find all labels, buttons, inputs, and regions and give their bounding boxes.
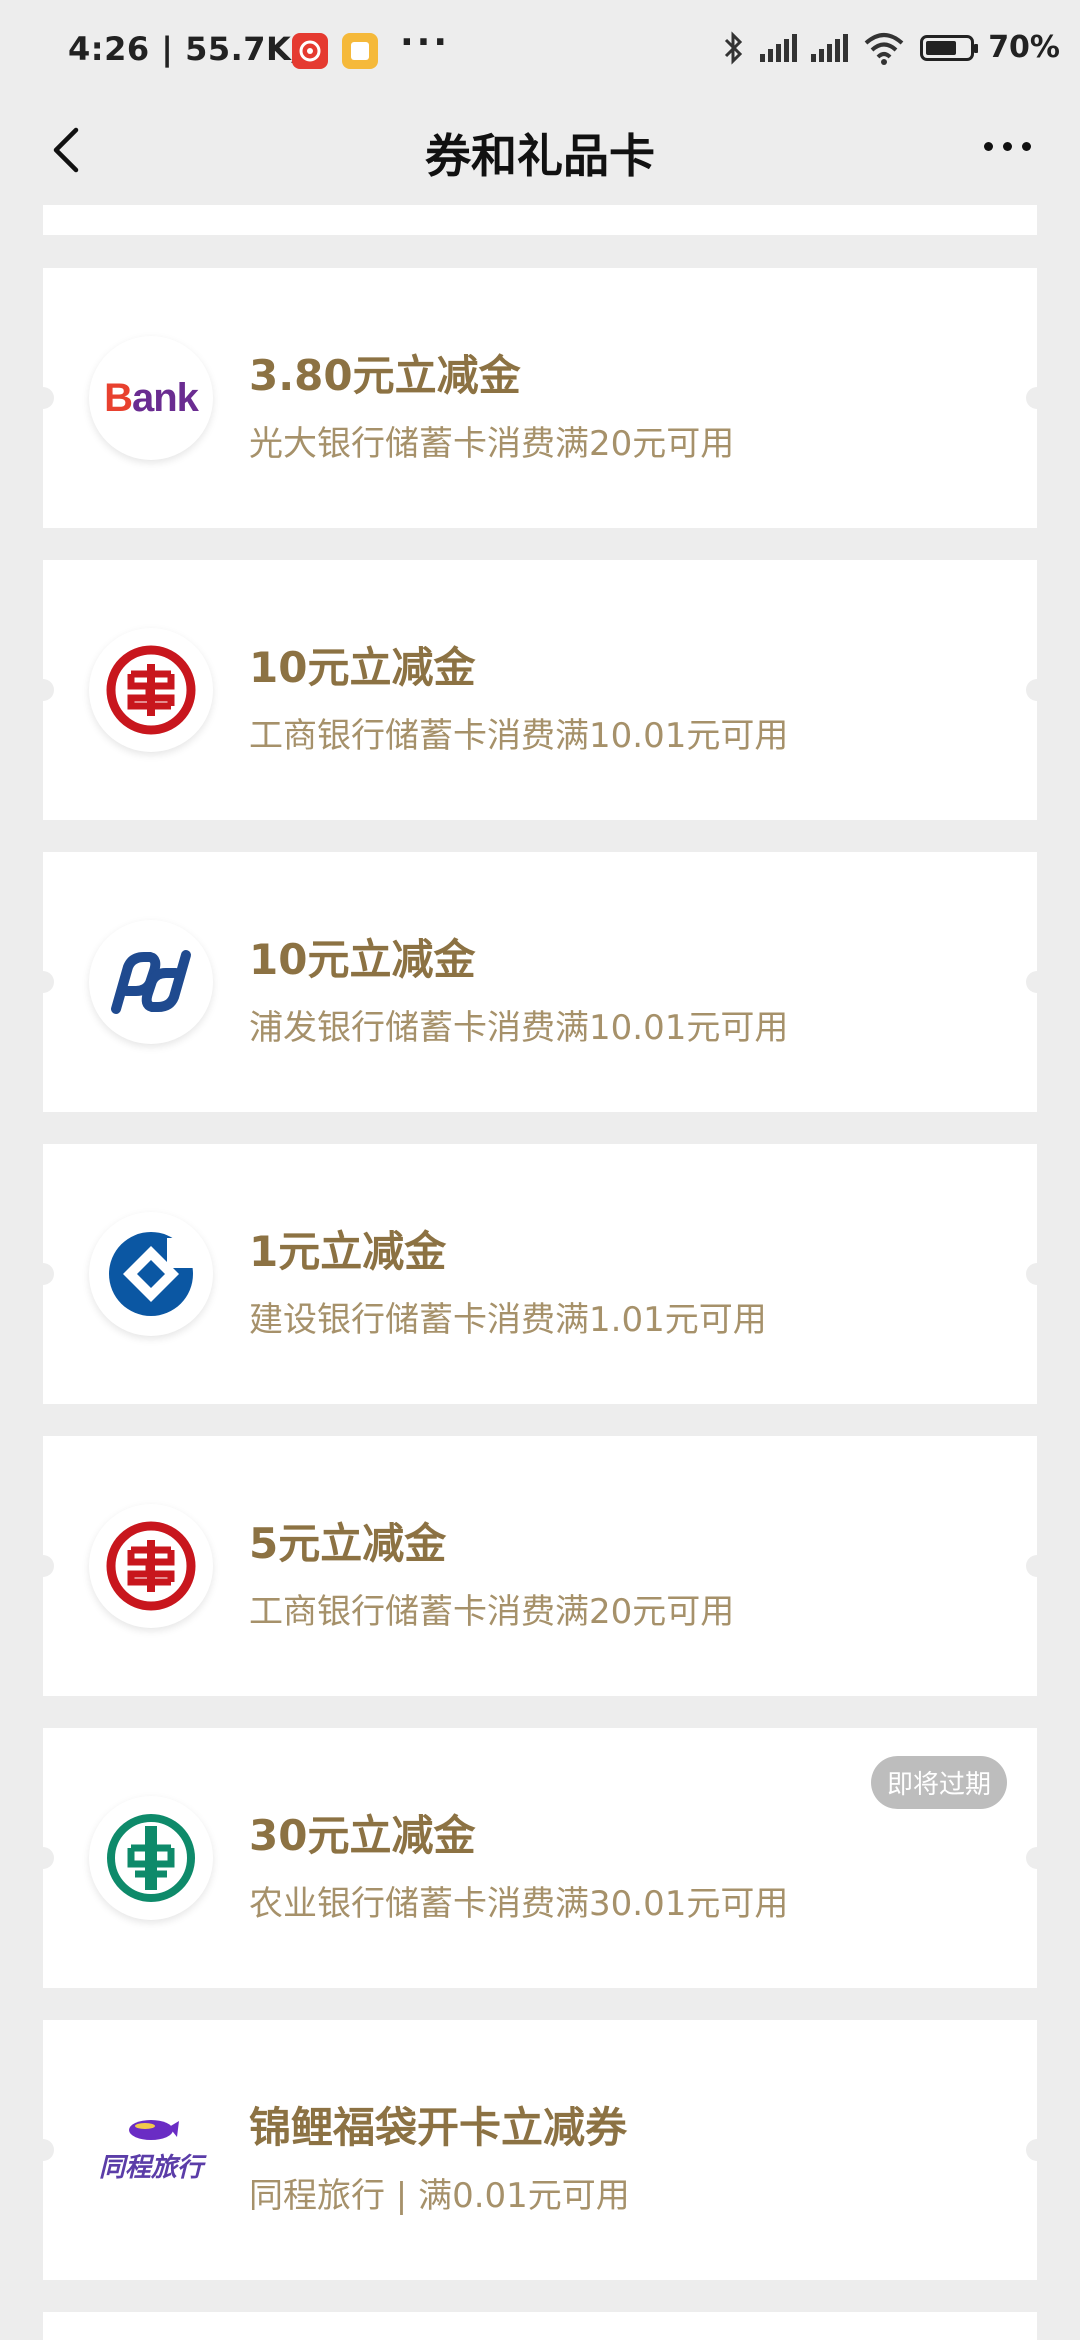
bank-logo-b: B bbox=[104, 375, 133, 420]
nav-header: 券和礼品卡 bbox=[0, 100, 1080, 200]
battery-icon bbox=[920, 34, 979, 61]
notes-app-icon bbox=[342, 33, 378, 69]
everbright-bank-icon: Bank bbox=[89, 336, 213, 460]
coupon-card[interactable]: 同程旅行 锦鲤福袋开卡立减券 同程旅行 | 满0.01元可用 bbox=[32, 2020, 1048, 2280]
ticket-notch bbox=[32, 679, 54, 701]
coupon-card[interactable]: 即将过期 30元立减金 农业银行储蓄卡消费满30.01元可用 bbox=[32, 1728, 1048, 1988]
ticket-notch bbox=[1026, 1555, 1048, 1577]
coupon-card[interactable]: 10元立减金 浦发银行储蓄卡消费满10.01元可用 bbox=[32, 852, 1048, 1112]
more-notifications-icon: ··· bbox=[400, 22, 451, 63]
ticket-notch bbox=[1026, 1847, 1048, 1869]
coupon-card[interactable]: 1元立减金 建设银行储蓄卡消费满1.01元可用 bbox=[32, 1144, 1048, 1404]
page-title: 券和礼品卡 bbox=[425, 129, 655, 183]
coupon-desc: 工商银行储蓄卡消费满10.01元可用 bbox=[249, 716, 789, 756]
status-time: 4:26 | 55.7K/s bbox=[68, 30, 324, 68]
coupon-card[interactable]: 10元立减金 工商银行储蓄卡消费满10.01元可用 bbox=[32, 560, 1048, 820]
coupon-desc: 光大银行储蓄卡消费满20元可用 bbox=[249, 424, 735, 464]
netease-music-icon bbox=[292, 33, 328, 69]
coupon-title: 锦鲤福袋开卡立减券 bbox=[249, 2103, 628, 2152]
ticket-notch bbox=[32, 1847, 54, 1869]
bank-logo-text: ank bbox=[131, 375, 199, 420]
ticket-notch bbox=[32, 971, 54, 993]
more-dot bbox=[1002, 141, 1012, 151]
battery-percent: 70% bbox=[988, 30, 1060, 65]
coupon-title: 10元立减金 bbox=[249, 643, 476, 692]
ticket-notch bbox=[1026, 679, 1048, 701]
coupon-card[interactable]: Bank 3.80元立减金 光大银行储蓄卡消费满20元可用 bbox=[32, 268, 1048, 528]
coupon-title: 30元立减金 bbox=[249, 1811, 476, 1860]
icbc-icon bbox=[89, 1504, 213, 1628]
expiring-soon-badge: 即将过期 bbox=[870, 1756, 1007, 1809]
ticket-notch bbox=[1026, 2139, 1048, 2161]
spdb-icon bbox=[89, 920, 213, 1044]
more-options-button[interactable] bbox=[972, 118, 1042, 174]
signal-icon-2 bbox=[811, 33, 849, 62]
coupon-card-partial[interactable] bbox=[43, 2312, 1037, 2340]
tongcheng-icon: 同程旅行 bbox=[89, 2088, 213, 2212]
status-right: 70% bbox=[720, 30, 1060, 65]
coupon-title: 1元立减金 bbox=[249, 1227, 447, 1276]
coupon-desc: 同程旅行 | 满0.01元可用 bbox=[249, 2176, 630, 2216]
coupon-title: 5元立减金 bbox=[249, 1519, 447, 1568]
abc-icon bbox=[89, 1796, 213, 1920]
icbc-icon bbox=[89, 628, 213, 752]
coupon-title: 3.80元立减金 bbox=[249, 351, 521, 400]
signal-icon-1 bbox=[760, 33, 798, 62]
ticket-notch bbox=[32, 1555, 54, 1577]
coupon-desc: 工商银行储蓄卡消费满20元可用 bbox=[249, 1592, 735, 1632]
more-dot bbox=[983, 141, 993, 151]
ccb-icon bbox=[89, 1212, 213, 1336]
ticket-notch bbox=[1026, 1263, 1048, 1285]
battery-fill bbox=[926, 40, 956, 55]
coupon-card-partial[interactable] bbox=[43, 205, 1037, 235]
ticket-notch bbox=[32, 387, 54, 409]
status-bar: 4:26 | 55.7K/s ··· 70% bbox=[0, 0, 1080, 100]
coupon-card[interactable]: 5元立减金 工商银行储蓄卡消费满20元可用 bbox=[32, 1436, 1048, 1696]
wifi-icon bbox=[864, 32, 904, 65]
ticket-notch bbox=[32, 2139, 54, 2161]
coupon-desc: 浦发银行储蓄卡消费满10.01元可用 bbox=[249, 1008, 789, 1048]
bluetooth-icon bbox=[725, 30, 743, 65]
coupon-desc: 建设银行储蓄卡消费满1.01元可用 bbox=[249, 1300, 767, 1340]
tongcheng-logo-text: 同程旅行 bbox=[98, 2152, 203, 2183]
ticket-notch bbox=[1026, 387, 1048, 409]
ticket-notch bbox=[1026, 971, 1048, 993]
more-dot bbox=[1021, 141, 1031, 151]
tongcheng-blimp-icon bbox=[129, 2119, 179, 2140]
coupon-title: 10元立减金 bbox=[249, 935, 476, 984]
coupon-desc: 农业银行储蓄卡消费满30.01元可用 bbox=[249, 1884, 789, 1924]
ticket-notch bbox=[32, 1263, 54, 1285]
